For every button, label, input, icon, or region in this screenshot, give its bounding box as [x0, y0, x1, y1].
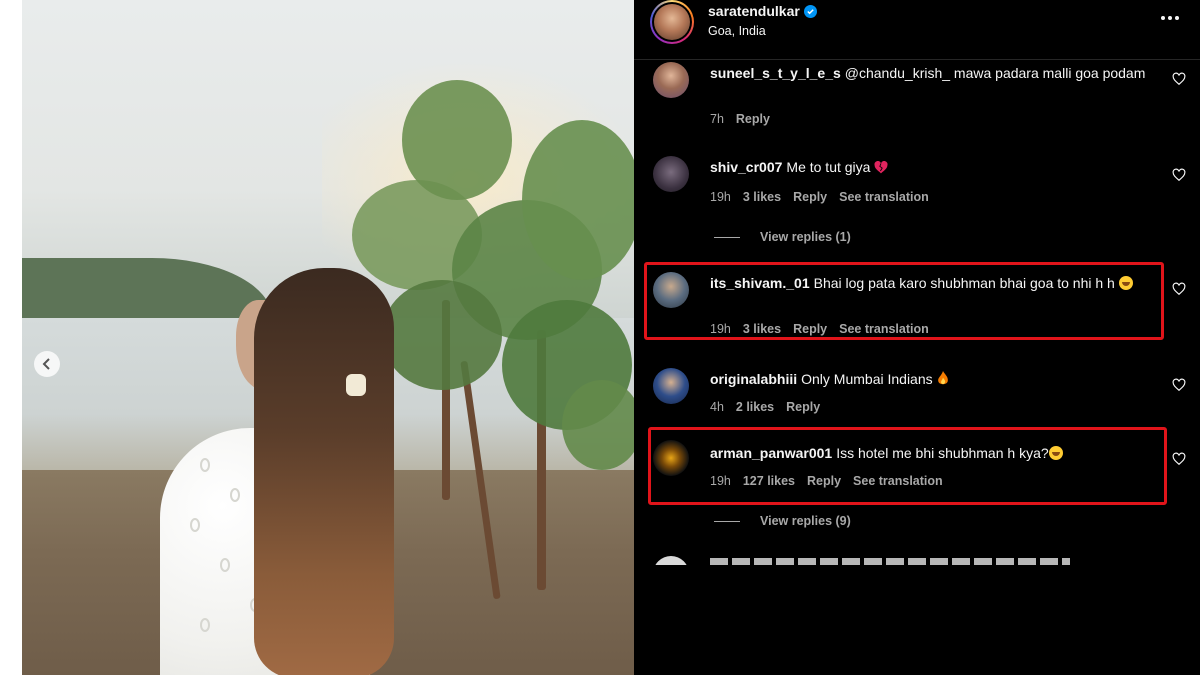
- author-username[interactable]: saratendulkar: [708, 3, 817, 19]
- heart-icon: [1172, 452, 1186, 466]
- comment-text: arman_panwar001 Iss hotel me bhi shubhman…: [710, 444, 1150, 463]
- post-photo: [22, 0, 634, 675]
- comment-likes[interactable]: 3 likes: [743, 322, 781, 336]
- comment-time[interactable]: 7h: [710, 112, 724, 126]
- view-replies-button[interactable]: View replies (1): [714, 230, 851, 244]
- heart-icon: [1172, 168, 1186, 182]
- comment-meta: 7h Reply: [710, 112, 770, 126]
- comment-username[interactable]: originalabhiii: [710, 371, 797, 387]
- comment-time[interactable]: 19h: [710, 322, 731, 336]
- see-translation-button[interactable]: See translation: [839, 190, 929, 204]
- see-translation-button[interactable]: See translation: [853, 474, 943, 488]
- partial-comment-text: [710, 558, 1070, 565]
- comment-username[interactable]: arman_panwar001: [710, 445, 832, 461]
- commenter-avatar[interactable]: [653, 272, 689, 308]
- comment-meta: 19h 3 likes Reply See translation: [710, 190, 929, 204]
- comment-time[interactable]: 19h: [710, 474, 731, 488]
- comment-text: its_shivam._01 Bhai log pata karo shubhma…: [710, 274, 1140, 293]
- hair-clip: [346, 374, 366, 396]
- heart-icon: [1172, 282, 1186, 296]
- like-comment-button[interactable]: [1172, 168, 1188, 184]
- tree-foliage: [402, 80, 512, 200]
- commenter-avatar[interactable]: [653, 556, 689, 565]
- chevron-left-icon: [42, 358, 50, 370]
- tree-foliage: [562, 380, 634, 470]
- comment-username[interactable]: suneel_s_t_y_l_e_s: [710, 65, 841, 81]
- reply-button[interactable]: Reply: [793, 190, 827, 204]
- heart-icon: [1172, 378, 1186, 392]
- author-avatar[interactable]: [650, 0, 694, 44]
- comment-meta: 19h 127 likes Reply See translation: [710, 474, 943, 488]
- post-location[interactable]: Goa, India: [708, 24, 766, 38]
- comments-list: suneel_s_t_y_l_e_s @chandu_krish_ mawa pa…: [634, 60, 1200, 565]
- reply-button[interactable]: Reply: [736, 112, 770, 126]
- commenter-avatar[interactable]: [653, 368, 689, 404]
- laughing-face-emoji-icon: [1048, 446, 1063, 460]
- comment-time[interactable]: 4h: [710, 400, 724, 414]
- comment-content: Iss hotel me bhi shubhman h kya?: [836, 445, 1049, 461]
- tree-foliage: [382, 280, 502, 390]
- comment-text: shiv_cr007 Me to tut giya: [710, 158, 1150, 177]
- like-comment-button[interactable]: [1172, 378, 1188, 394]
- like-comment-button[interactable]: [1172, 72, 1188, 88]
- comment-username[interactable]: its_shivam._01: [710, 275, 810, 291]
- comment-likes[interactable]: 2 likes: [736, 400, 774, 414]
- commenter-avatar[interactable]: [653, 440, 689, 476]
- carousel-prev-button[interactable]: [34, 351, 60, 377]
- replies-divider: [714, 520, 740, 522]
- view-replies-label[interactable]: View replies (9): [760, 514, 851, 528]
- comment-content: Only Mumbai Indians: [801, 371, 933, 387]
- view-replies-button[interactable]: View replies (9): [714, 514, 851, 528]
- verified-badge-icon: [803, 4, 817, 18]
- reply-button[interactable]: Reply: [807, 474, 841, 488]
- comment-meta: 4h 2 likes Reply: [710, 400, 820, 414]
- tree-foliage: [522, 120, 634, 280]
- hair: [254, 268, 394, 675]
- comment-content: Bhai log pata karo shubhman bhai goa to …: [813, 275, 1115, 291]
- laughing-face-emoji-icon: [1118, 276, 1133, 290]
- view-replies-label[interactable]: View replies (1): [760, 230, 851, 244]
- post-header: saratendulkar Goa, India: [634, 0, 1200, 60]
- comment-content: Me to tut giya: [786, 159, 871, 175]
- comment-meta: 19h 3 likes Reply See translation: [710, 322, 929, 336]
- commenter-avatar[interactable]: [653, 62, 689, 98]
- comment-content: @chandu_krish_ mawa padara malli goa pod…: [844, 65, 1146, 81]
- heart-icon: [1172, 72, 1186, 86]
- comment-likes[interactable]: 127 likes: [743, 474, 795, 488]
- comment-text: suneel_s_t_y_l_e_s @chandu_krish_ mawa pa…: [710, 64, 1150, 83]
- comment-text: originalabhiii Only Mumbai Indians: [710, 370, 1150, 389]
- post-side-panel: saratendulkar Goa, India suneel_s_t_y_l_…: [634, 0, 1200, 675]
- comment-username[interactable]: shiv_cr007: [710, 159, 782, 175]
- replies-divider: [714, 236, 740, 238]
- partial-comment-item: [634, 556, 1200, 565]
- reply-button[interactable]: Reply: [793, 322, 827, 336]
- broken-heart-emoji-icon: [874, 161, 888, 174]
- more-options-icon[interactable]: [1158, 8, 1182, 28]
- author-username-text[interactable]: saratendulkar: [708, 3, 800, 19]
- comment-likes[interactable]: 3 likes: [743, 190, 781, 204]
- reply-button[interactable]: Reply: [786, 400, 820, 414]
- like-comment-button[interactable]: [1172, 452, 1188, 468]
- like-comment-button[interactable]: [1172, 282, 1188, 298]
- post-photo-panel: [0, 0, 634, 675]
- commenter-avatar[interactable]: [653, 156, 689, 192]
- see-translation-button[interactable]: See translation: [839, 322, 929, 336]
- comment-time[interactable]: 19h: [710, 190, 731, 204]
- fire-emoji-icon: [937, 371, 948, 385]
